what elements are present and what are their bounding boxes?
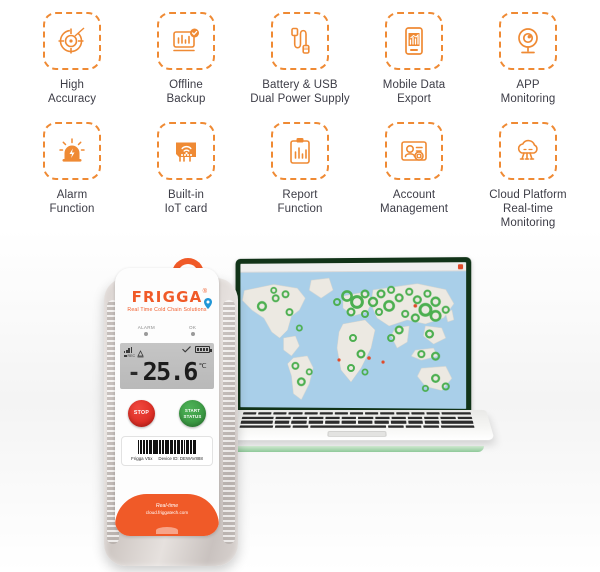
battery-usb-cable-icon <box>271 12 329 70</box>
rec-square-icon <box>124 354 127 358</box>
alarm-led-label: ALARM <box>137 325 156 330</box>
laptop-screen[interactable] <box>240 262 467 409</box>
feature-high-accuracy[interactable]: High Accuracy <box>20 12 124 106</box>
barcode <box>126 440 208 454</box>
stop-button[interactable]: STOP <box>128 400 155 427</box>
cloud-platform-icon <box>499 122 557 180</box>
close-icon[interactable] <box>457 264 464 270</box>
mobile-data-export-icon <box>385 12 443 70</box>
alarm-led: ALARM <box>138 325 155 336</box>
laptop-lid <box>235 257 472 413</box>
led-indicators: ALARM OK <box>115 325 219 336</box>
lcd-reading: - 25.6 ℃ <box>124 359 210 385</box>
feature-label: Mobile Data Export <box>382 79 446 105</box>
laptop-base-edge <box>230 446 484 452</box>
rec-label: REC <box>127 354 136 358</box>
plate-text: Frigga V5x Device ID: DEWAV888 <box>126 456 208 461</box>
feature-grid: High Accuracy Offline Backup Battery & U… <box>0 0 600 230</box>
location-pin-icon <box>204 298 212 309</box>
feature-mobile-data-export[interactable]: Mobile Data Export <box>362 12 466 106</box>
device-label-plate: Frigga V5x Device ID: DEWAV888 <box>121 436 213 466</box>
device-id: Device ID: DEWAV888 <box>158 456 203 461</box>
feature-battery-usb[interactable]: Battery & USB Dual Power Supply <box>248 12 352 106</box>
feature-label: Cloud Platform Real-time Monitoring <box>489 189 567 229</box>
feature-alarm-function[interactable]: Alarm Function <box>20 122 124 216</box>
lcd-temperature-unit: ℃ <box>198 363 207 370</box>
rec-indicator: REC <box>124 354 135 358</box>
check-icon <box>182 346 191 353</box>
trackpad[interactable] <box>327 431 387 437</box>
report-clipboard-icon <box>271 122 329 180</box>
account-management-icon <box>385 122 443 180</box>
sensor-nub <box>156 527 178 534</box>
feature-builtin-iot-card[interactable]: Built-in IoT card <box>134 122 238 216</box>
alarm-led-dot <box>144 332 149 336</box>
lcd-right-status <box>182 346 212 353</box>
battery-full-icon <box>195 346 212 353</box>
registered-mark: ® <box>202 289 207 295</box>
signal-bars-icon <box>124 346 135 353</box>
ok-led-label: OK <box>189 325 197 330</box>
feature-label: High Accuracy <box>47 79 97 105</box>
keyboard-keys[interactable] <box>239 412 475 428</box>
product-scene: FRIGGA ® Real Time Cold Chain Solutions … <box>0 248 600 572</box>
datalogger-device: FRIGGA ® Real Time Cold Chain Solutions … <box>100 258 250 570</box>
laptop <box>219 257 495 470</box>
device-face: FRIGGA ® Real Time Cold Chain Solutions … <box>115 268 219 536</box>
ok-led: OK <box>189 325 196 336</box>
lcd-left-status: REC <box>124 346 144 358</box>
ok-led-dot <box>190 332 195 336</box>
target-accuracy-icon <box>43 12 101 70</box>
feature-label: Offline Backup <box>166 79 206 105</box>
feature-cloud-platform[interactable]: Cloud Platform Real-time Monitoring <box>476 122 580 230</box>
feature-label: Built-in IoT card <box>164 189 208 215</box>
strip-realtime-label: Real-time <box>155 503 179 509</box>
feature-label: Battery & USB Dual Power Supply <box>250 79 350 105</box>
feature-row-2: Alarm Function Built-in IoT card Report … <box>20 122 580 230</box>
device-bottom-strip: Real-time cloud.friggatech.com <box>115 494 219 536</box>
feature-label: Report Function <box>277 189 323 215</box>
device-buttons: STOP START STATUS <box>115 400 219 427</box>
iot-card-wifi-icon <box>157 122 215 180</box>
feature-label: APP Monitoring <box>500 79 556 105</box>
feature-offline-backup[interactable]: Offline Backup <box>134 12 238 106</box>
lcd-temperature-value: 25.6 <box>142 357 199 386</box>
keyboard-deck <box>219 410 495 441</box>
world-map[interactable] <box>240 271 467 409</box>
brand-block: FRIGGA ® Real Time Cold Chain Solutions <box>115 289 219 313</box>
start-status-button[interactable]: START STATUS <box>179 400 206 427</box>
strip-cloud-url: cloud.friggatech.com <box>145 510 189 515</box>
laptop-base <box>219 410 495 454</box>
alarm-siren-icon <box>43 122 101 180</box>
app-monitoring-webcam-icon <box>499 12 557 70</box>
feature-row-1: High Accuracy Offline Backup Battery & U… <box>20 12 580 106</box>
feature-report-function[interactable]: Report Function <box>248 122 352 216</box>
lcd-minus-sign: - <box>127 361 141 386</box>
feature-label: Account Management <box>379 189 449 215</box>
lcd-display: REC - 25.6 ℃ <box>120 343 214 389</box>
feature-label: Alarm Function <box>49 189 95 215</box>
feature-app-monitoring[interactable]: APP Monitoring <box>476 12 580 106</box>
feature-account-management[interactable]: Account Management <box>362 122 466 216</box>
device-model: Frigga V5x <box>131 456 153 461</box>
offline-backup-chart-icon <box>157 12 215 70</box>
